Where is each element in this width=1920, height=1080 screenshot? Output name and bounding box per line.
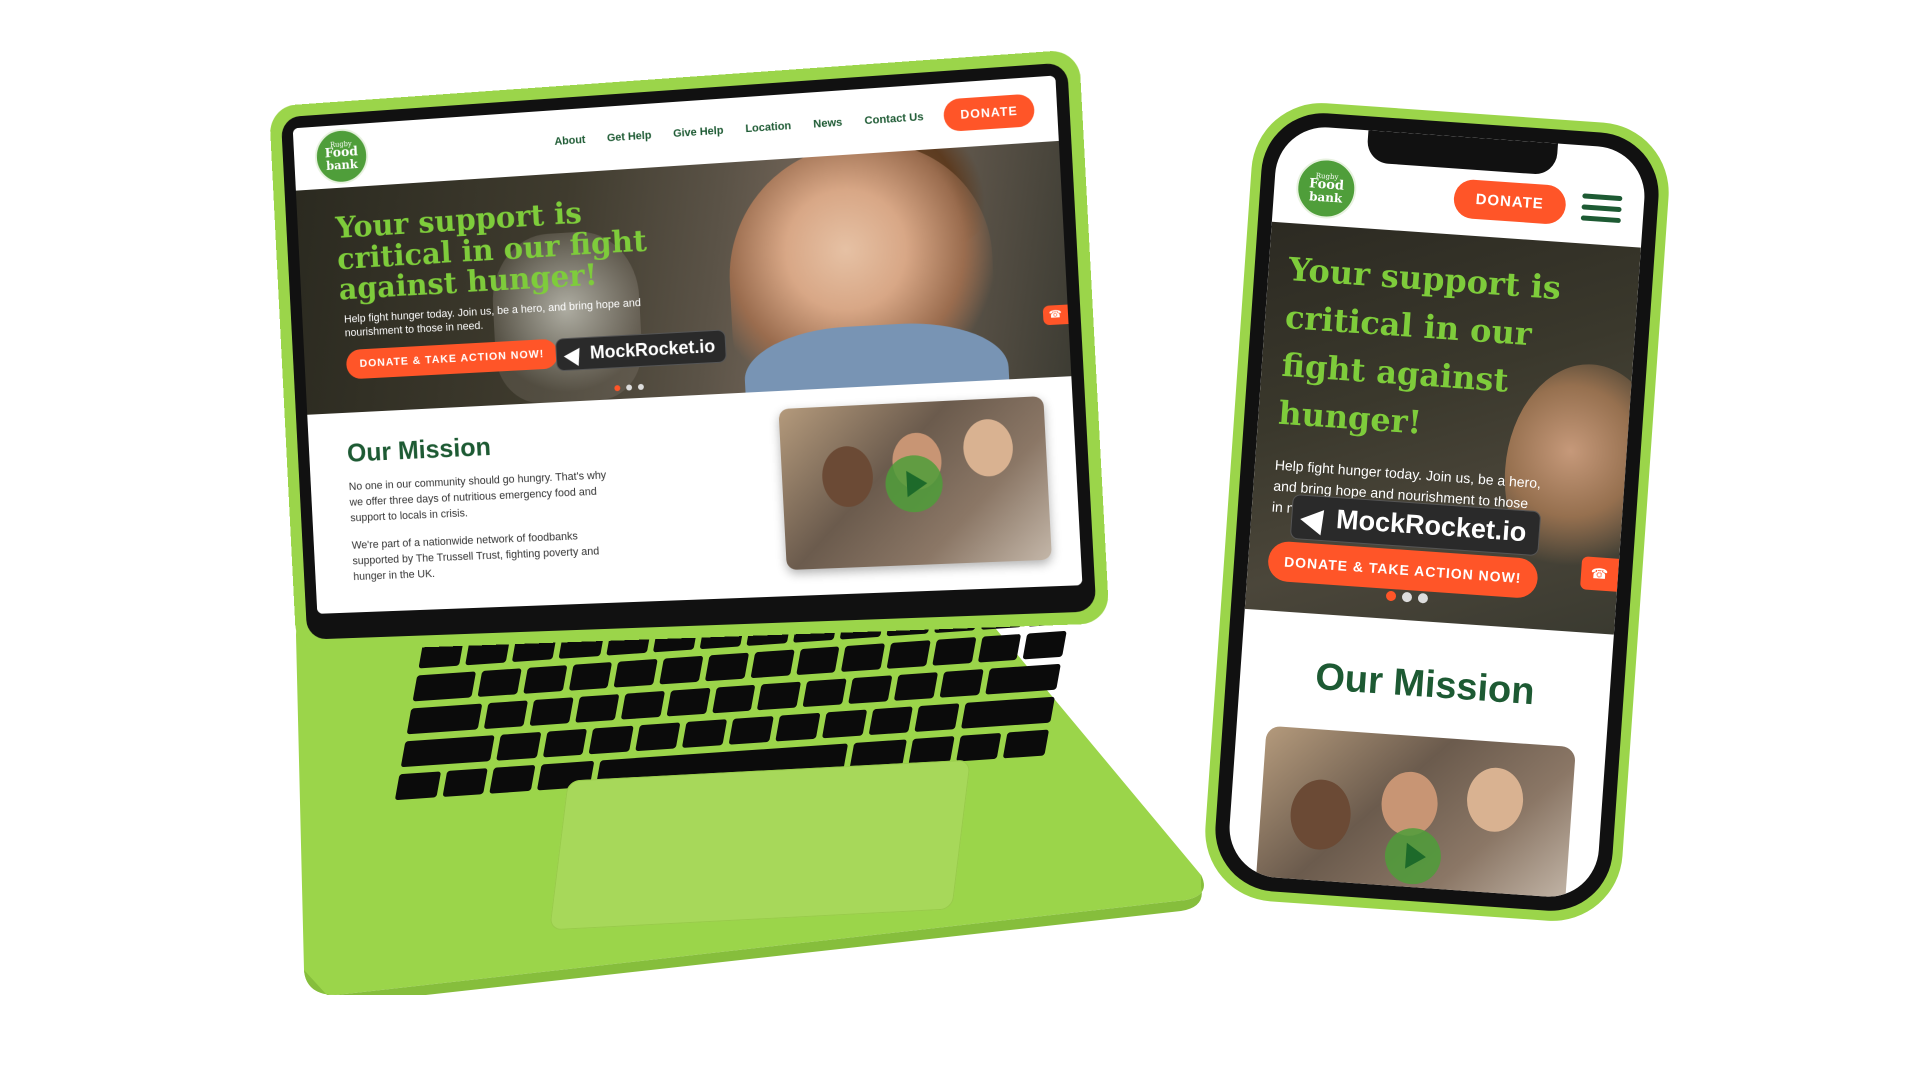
laptop-trackpad (549, 759, 971, 931)
nav-item-location[interactable]: Location (745, 120, 791, 135)
mobile-mission-section: Our Mission (1226, 609, 1614, 900)
nav-item-get-help[interactable]: Get Help (607, 130, 652, 145)
mobile-video-person-1 (1288, 777, 1353, 852)
nav-item-give-help[interactable]: Give Help (673, 125, 724, 140)
phone-bezel: Rugby Food bank DONATE Your support is c… (1211, 109, 1663, 915)
video-photo-person-3 (961, 418, 1015, 478)
laptop-display: Rugby Food bank About Get Help Give Help… (269, 49, 1110, 652)
mobile-carousel-dot-2[interactable] (1401, 591, 1413, 603)
mobile-play-icon[interactable] (1383, 826, 1443, 887)
main-nav: About Get Help Give Help Location News C… (554, 111, 924, 148)
mobile-video-person-3 (1464, 765, 1526, 834)
carousel-dots (614, 383, 645, 392)
mobile-logo-line-bank: bank (1308, 189, 1343, 206)
mobile-site-logo[interactable]: Rugby Food bank (1294, 156, 1359, 221)
nav-item-about[interactable]: About (554, 134, 586, 148)
carousel-dot-1[interactable] (614, 385, 621, 392)
mission-paragraph-1: No one in our community should go hungry… (348, 469, 607, 525)
carousel-dot-2[interactable] (626, 384, 633, 391)
device-mockup-stage: Rugby Food bank About Get Help Give Help… (0, 0, 1920, 1080)
nav-item-contact-us[interactable]: Contact Us (864, 111, 924, 127)
mobile-watermark-text: MockRocket.io (1335, 504, 1528, 548)
mobile-carousel-dots (1385, 590, 1429, 604)
carousel-dot-3[interactable] (637, 383, 645, 391)
phone-website: Rugby Food bank DONATE Your support is c… (1226, 124, 1648, 900)
hamburger-menu-icon[interactable] (1580, 192, 1623, 223)
mission-paragraph-2: We're part of a nationwide network of fo… (351, 530, 600, 583)
mobile-hero-title: Your support is critical in our fight ag… (1277, 250, 1563, 442)
laptop-bezel: Rugby Food bank About Get Help Give Help… (280, 62, 1097, 640)
mobile-mission-video[interactable] (1255, 725, 1576, 900)
mobile-mission-heading: Our Mission (1313, 655, 1536, 714)
laptop-website: Rugby Food bank About Get Help Give Help… (292, 75, 1083, 614)
watermark-text: MockRocket.io (589, 335, 716, 363)
mobile-donate-button[interactable]: DONATE (1452, 177, 1568, 225)
mission-section: Our Mission No one in our community shou… (307, 376, 1083, 614)
phone-device: Rugby Food bank DONATE Your support is c… (1200, 98, 1674, 926)
logo-line-bank: bank (325, 157, 359, 173)
video-photo-person-1 (820, 445, 875, 508)
site-logo[interactable]: Rugby Food bank (313, 127, 370, 186)
mobile-carousel-dot-3[interactable] (1417, 592, 1429, 604)
mobile-mockrocket-logo-icon (1300, 501, 1335, 535)
donate-button[interactable]: DONATE (943, 93, 1036, 133)
mobile-carousel-dot-1[interactable] (1385, 590, 1397, 602)
mission-video[interactable] (778, 396, 1052, 571)
mobile-chat-icon[interactable]: ☎ (1579, 556, 1620, 592)
nav-item-news[interactable]: News (813, 117, 843, 131)
hero-title: Your support is critical in our fight ag… (334, 195, 648, 308)
mockrocket-logo-icon (563, 342, 587, 366)
chat-icon[interactable]: ☎ (1042, 304, 1069, 326)
